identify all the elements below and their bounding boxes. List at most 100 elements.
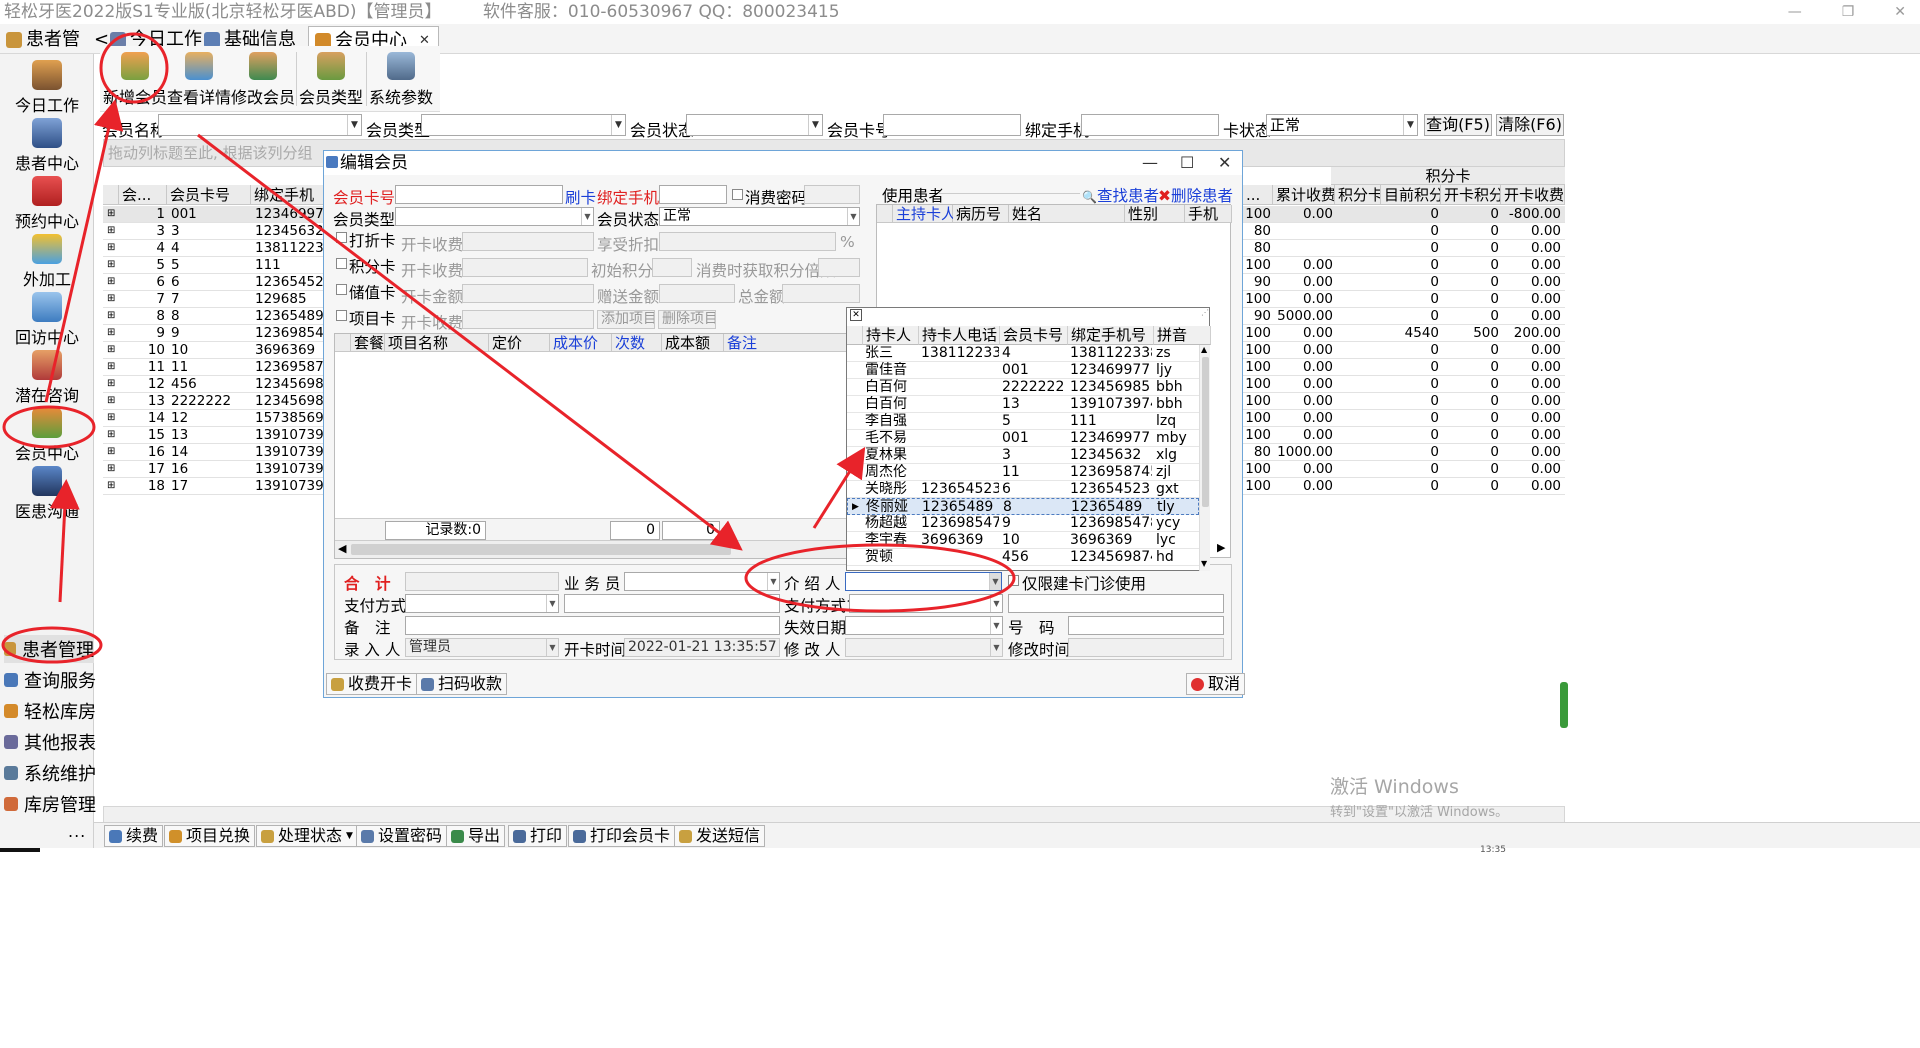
- col-holder-phone[interactable]: 持卡人电话: [919, 326, 1000, 345]
- expand-icon[interactable]: ⊞: [107, 410, 119, 426]
- col-package[interactable]: 套餐: [351, 334, 385, 352]
- card-no-field[interactable]: [395, 185, 563, 204]
- col-header-points-card[interactable]: 积分卡: [1335, 185, 1381, 205]
- list-item[interactable]: 关晓彤 123654523 6 123654523 gxt: [847, 481, 1199, 498]
- col-remark[interactable]: 备注: [724, 334, 861, 352]
- total-field[interactable]: [405, 572, 559, 591]
- find-patient-link[interactable]: 🔍查找患者: [1082, 184, 1159, 206]
- remark-field[interactable]: [405, 616, 780, 635]
- expand-icon[interactable]: ⊞: [107, 325, 119, 341]
- col-cost-price[interactable]: 成本价: [550, 334, 612, 352]
- nav-appointment-center[interactable]: 预约中心: [0, 170, 94, 236]
- expand-icon[interactable]: ⊞: [107, 206, 119, 222]
- points-open-fee-field[interactable]: [462, 258, 588, 277]
- col-header-open-fee[interactable]: 开卡收费: [1501, 185, 1565, 205]
- view-details-button[interactable]: 查看详情: [166, 50, 232, 107]
- stored-card-checkbox[interactable]: [336, 284, 347, 295]
- member-status-field[interactable]: 正常 ▼: [659, 207, 860, 226]
- list-item[interactable]: 白百何 13 13910739745bbh: [847, 396, 1199, 413]
- modified-time-field[interactable]: [1068, 638, 1224, 657]
- col-holder[interactable]: 持卡人: [863, 326, 919, 345]
- more-icon[interactable]: ...: [68, 822, 86, 841]
- list-item[interactable]: 毛不易 001 123469977 mby: [847, 430, 1199, 447]
- nav-other-reports[interactable]: 其他报表: [4, 728, 114, 756]
- delete-item-button[interactable]: 删除项目: [658, 310, 716, 329]
- col-item-name[interactable]: 项目名称: [385, 334, 489, 352]
- renew-button[interactable]: 续费: [104, 825, 164, 847]
- nav-patient-manage[interactable]: 患者管理: [4, 635, 94, 663]
- list-item[interactable]: 贺顿 456 12345698745hd: [847, 549, 1199, 566]
- close-icon[interactable]: ✕: [850, 309, 862, 321]
- nav-warehouse-manage[interactable]: 库房管理: [4, 790, 114, 818]
- card-no-input[interactable]: [883, 114, 1021, 136]
- swipe-card-link[interactable]: 刷卡: [565, 186, 596, 208]
- number-field[interactable]: [1068, 616, 1224, 635]
- items-hscrollbar[interactable]: ◀: [335, 540, 859, 558]
- scroll-thumb[interactable]: [351, 544, 731, 555]
- cancel-button[interactable]: 取消: [1186, 673, 1246, 695]
- expand-icon[interactable]: ⊞: [107, 461, 119, 477]
- enjoy-discount-field[interactable]: [659, 232, 836, 251]
- close-icon[interactable]: ✕: [1894, 0, 1906, 24]
- chevron-down-icon[interactable]: ▼: [347, 115, 361, 135]
- col-phone[interactable]: 手机: [1185, 205, 1232, 223]
- points-multiple-field[interactable]: [818, 258, 860, 277]
- scroll-left-icon[interactable]: ◀: [338, 542, 346, 555]
- col-main-holder[interactable]: 主持卡人: [893, 205, 956, 223]
- col-header-bind-phone[interactable]: 绑定手机: [251, 185, 331, 205]
- col-record-no[interactable]: 病历号: [953, 205, 1009, 223]
- nav-member-center[interactable]: 会员中心: [0, 402, 94, 468]
- restore-icon[interactable]: ❐: [1842, 0, 1855, 24]
- chevron-down-icon[interactable]: ▼: [611, 115, 625, 135]
- col-card-no[interactable]: 会员卡号: [1000, 326, 1068, 345]
- expand-icon[interactable]: ⊞: [107, 359, 119, 375]
- pay-method1-field[interactable]: ▼: [849, 594, 1003, 613]
- chevron-down-icon[interactable]: ▼: [989, 573, 1001, 590]
- total-amount-field[interactable]: [782, 284, 860, 303]
- col-name[interactable]: 姓名: [1009, 205, 1125, 223]
- col-header-member[interactable]: 会...: [119, 185, 167, 205]
- minimize-icon[interactable]: —: [1788, 0, 1802, 24]
- chevron-down-icon[interactable]: ▼: [546, 595, 558, 612]
- col-header-open-points[interactable]: 开卡积分: [1441, 185, 1501, 205]
- nav-potential-consult[interactable]: 潜在咨询: [0, 344, 94, 410]
- maximize-icon[interactable]: ☐: [1180, 151, 1194, 175]
- entered-by-field[interactable]: 管理员 ▼: [405, 638, 559, 657]
- list-item[interactable]: 杨超越123698547891236985478ycy: [847, 515, 1199, 532]
- chevron-down-icon[interactable]: ▼: [1403, 115, 1417, 135]
- member-status-select[interactable]: ▼: [686, 114, 823, 136]
- expand-icon[interactable]: ⊞: [107, 240, 119, 256]
- pay-amount-field[interactable]: [564, 594, 780, 613]
- process-status-button[interactable]: 处理状态 ▼: [256, 825, 358, 847]
- col-price[interactable]: 定价: [489, 334, 550, 352]
- nav-doctor-patient-comm[interactable]: 医患沟通: [0, 460, 94, 526]
- send-sms-button[interactable]: 发送短信: [674, 825, 766, 847]
- resize-grip-icon[interactable]: ⋰: [1201, 308, 1209, 317]
- query-button[interactable]: 查询(F5): [1424, 114, 1492, 136]
- list-item[interactable]: 雷佳音 001 123469977 ljy: [847, 362, 1199, 379]
- clear-button[interactable]: 清除(F6): [1496, 114, 1564, 136]
- col-header-card-no[interactable]: 会员卡号: [167, 185, 251, 205]
- list-item[interactable]: 张三13811223388413811223388zs: [847, 345, 1199, 362]
- chevron-down-icon[interactable]: ▼: [581, 208, 593, 225]
- nav-query-service[interactable]: 查询服务: [4, 666, 114, 694]
- col-bind-phone[interactable]: 绑定手机号: [1068, 326, 1154, 345]
- consume-password-checkbox[interactable]: [732, 189, 743, 200]
- minimize-icon[interactable]: —: [1142, 151, 1158, 175]
- nav-external-processing[interactable]: 外加工: [0, 228, 94, 294]
- pay-method-field[interactable]: ▼: [405, 594, 559, 613]
- discount-card-checkbox[interactable]: [336, 232, 347, 243]
- item-card-checkbox[interactable]: [336, 310, 347, 321]
- chevron-down-icon[interactable]: ▼: [990, 639, 1002, 656]
- modified-by-field[interactable]: ▼: [845, 638, 1003, 657]
- add-item-button[interactable]: 添加项目: [597, 310, 655, 329]
- member-name-select[interactable]: ▼: [158, 114, 362, 136]
- list-item[interactable]: 周杰伦 11 123695874523zjl: [847, 464, 1199, 481]
- introducer-field[interactable]: ▼: [845, 572, 1002, 591]
- points-card-checkbox[interactable]: [336, 258, 347, 269]
- chevron-down-icon[interactable]: ▼: [808, 115, 822, 135]
- delete-patient-link[interactable]: ✖删除患者: [1158, 184, 1233, 206]
- member-type-button[interactable]: 会员类型: [298, 50, 364, 107]
- chevron-down-icon[interactable]: ▼: [990, 595, 1002, 612]
- chevron-down-icon[interactable]: ▼: [990, 617, 1002, 634]
